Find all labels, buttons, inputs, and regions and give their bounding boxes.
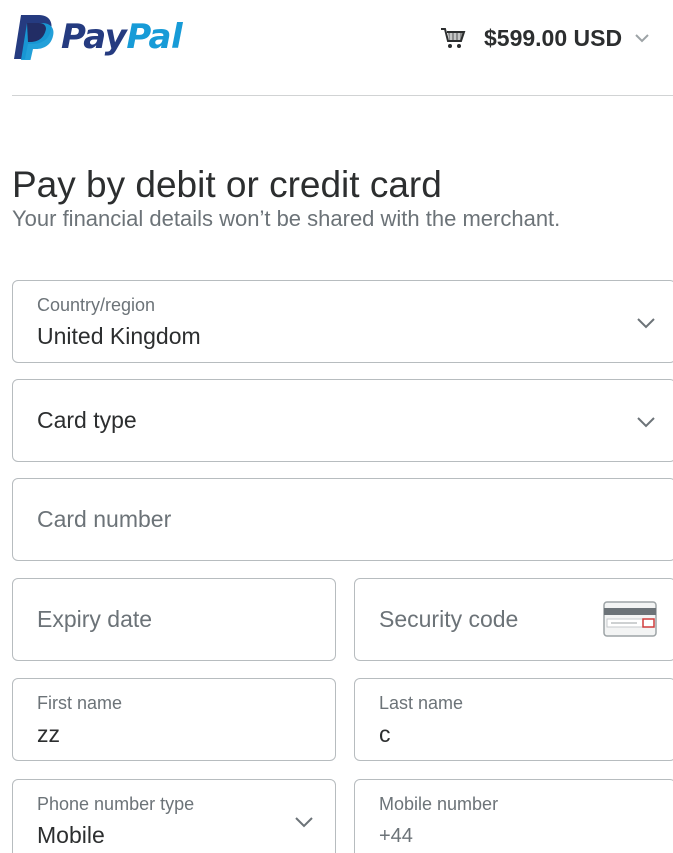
chevron-down-icon [635,34,649,43]
country-value: United Kingdom [37,323,201,349]
mobile-number-label: Mobile number [379,794,499,814]
chevron-down-icon [637,417,655,428]
country-label: Country/region [37,295,156,315]
card-number-input[interactable]: Card number [12,478,673,561]
phone-type-label: Phone number type [37,794,195,814]
first-name-label: First name [37,693,123,713]
card-type-placeholder: Card type [37,407,137,433]
page-title: Pay by debit or credit card [12,163,442,205]
country-select[interactable]: Country/region United Kingdom [12,280,673,363]
logo-text-pay: Pay [61,17,127,57]
mobile-number-input[interactable]: Mobile number +44 [354,779,673,853]
chevron-down-icon [295,817,313,828]
security-code-placeholder: Security code [379,606,519,632]
cart-summary-button[interactable]: $599.00 USD [440,22,650,54]
paypal-logo: PayPal [11,12,183,62]
expiry-date-input[interactable]: Expiry date [12,578,336,661]
expiry-date-placeholder: Expiry date [37,606,153,632]
country-code-prefix: +44 [379,825,413,847]
paypal-wordmark: PayPal [61,17,183,57]
last-name-label: Last name [379,693,464,713]
first-name-value: zz [37,721,60,747]
first-name-input[interactable]: First name zz [12,678,336,761]
card-number-placeholder: Card number [37,506,172,532]
checkout-page: PayPal $599.00 USD Pay by debit or credi… [0,0,673,853]
chevron-down-icon [637,318,655,329]
page-subtitle: Your financial details won’t be shared w… [12,206,561,231]
last-name-input[interactable]: Last name c [354,678,673,761]
security-code-input[interactable]: Security code [354,578,673,661]
header: PayPal $599.00 USD [0,0,673,96]
paypal-p-icon [14,15,54,60]
phone-type-value: Mobile [37,822,105,848]
card-type-select[interactable]: Card type [12,379,673,462]
last-name-value: c [379,721,391,747]
logo-text-pal: Pal [126,17,183,57]
header-divider [12,95,673,96]
card-cvv-icon [603,601,657,637]
phone-type-select[interactable]: Phone number type Mobile [12,779,336,853]
shopping-cart-icon [441,28,466,48]
cart-amount: $599.00 USD [484,24,623,51]
